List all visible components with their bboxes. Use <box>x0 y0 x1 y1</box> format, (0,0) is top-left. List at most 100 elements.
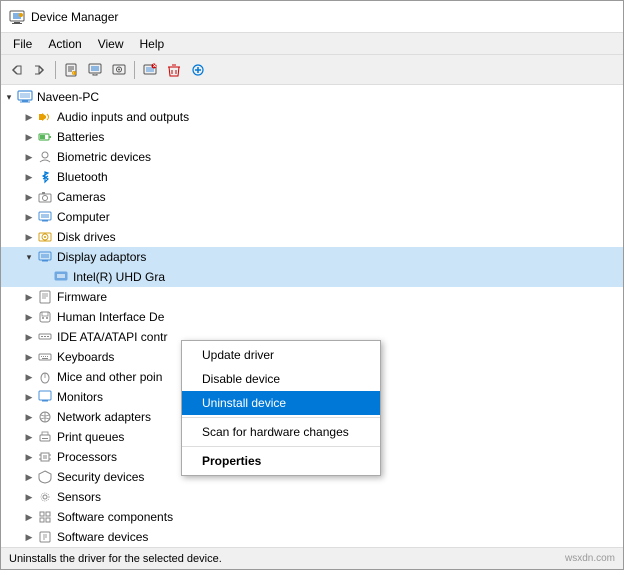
item-label: Disk drives <box>57 230 116 244</box>
toolbar-sep-1 <box>55 61 56 79</box>
back-button[interactable] <box>5 59 27 81</box>
expand-arrow <box>37 269 53 285</box>
keyboard-icon <box>37 349 53 365</box>
list-item[interactable]: ▶ Audio inputs and outputs <box>1 107 623 127</box>
biometric-icon <box>37 149 53 165</box>
list-item[interactable]: ▶ Sensors <box>1 487 623 507</box>
context-menu-properties[interactable]: Properties <box>182 449 380 473</box>
status-text: Uninstalls the driver for the selected d… <box>9 553 222 565</box>
title-bar-text: Device Manager <box>31 10 118 24</box>
scan-button[interactable] <box>108 59 130 81</box>
security-icon <box>37 469 53 485</box>
uninstall-button[interactable] <box>163 59 185 81</box>
list-item[interactable]: ▶ Disk drives <box>1 227 623 247</box>
computer-icon <box>37 209 53 225</box>
svg-text:✕: ✕ <box>153 63 157 69</box>
cameras-icon <box>37 189 53 205</box>
properties-button[interactable]: ! <box>60 59 82 81</box>
expand-arrow: ▶ <box>21 149 37 165</box>
item-label: Intel(R) UHD Gra <box>73 270 165 284</box>
item-label: Software components <box>57 510 173 524</box>
context-menu-scan-hardware[interactable]: Scan for hardware changes <box>182 420 380 444</box>
hid-icon <box>37 309 53 325</box>
menu-bar: File Action View Help <box>1 33 623 55</box>
expand-arrow: ▶ <box>21 109 37 125</box>
context-menu-separator <box>182 417 380 418</box>
batteries-icon <box>37 129 53 145</box>
list-item[interactable]: ▶ Software devices <box>1 527 623 547</box>
list-item[interactable]: ▶ Software components <box>1 507 623 527</box>
list-item[interactable]: ▶ Human Interface De <box>1 307 623 327</box>
context-menu: Update driver Disable device Uninstall d… <box>181 340 381 476</box>
expand-arrow: ▶ <box>21 209 37 225</box>
list-item[interactable]: ▶ Cameras <box>1 187 623 207</box>
software-components-icon <box>37 509 53 525</box>
expand-arrow: ▶ <box>21 529 37 545</box>
intel-icon <box>53 269 69 285</box>
list-item[interactable]: ▶ Firmware <box>1 287 623 307</box>
list-item[interactable]: ▶ Computer <box>1 207 623 227</box>
disk-icon <box>37 229 53 245</box>
context-menu-update-driver[interactable]: Update driver <box>182 343 380 367</box>
expand-arrow: ▶ <box>21 349 37 365</box>
item-label: Human Interface De <box>57 310 164 324</box>
item-label: Biometric devices <box>57 150 151 164</box>
expand-arrow: ▶ <box>21 129 37 145</box>
context-menu-disable-device[interactable]: Disable device <box>182 367 380 391</box>
toolbar-sep-2 <box>134 61 135 79</box>
tree-panel[interactable]: ▾ Naveen-PC ▶ Audio inputs and ou <box>1 85 623 547</box>
status-bar: Uninstalls the driver for the selected d… <box>1 547 623 569</box>
root-label: Naveen-PC <box>37 90 99 104</box>
list-item[interactable]: ▶ Biometric devices <box>1 147 623 167</box>
item-label: Monitors <box>57 390 103 404</box>
item-label: Security devices <box>57 470 144 484</box>
expand-arrow: ▶ <box>21 369 37 385</box>
network-icon <box>37 409 53 425</box>
expand-arrow: ▶ <box>21 429 37 445</box>
display-adaptors-item[interactable]: ▾ Display adaptors <box>1 247 623 267</box>
item-label: Bluetooth <box>57 170 108 184</box>
menu-view[interactable]: View <box>90 35 132 53</box>
root-expand-arrow: ▾ <box>1 89 17 105</box>
add-driver-button[interactable] <box>187 59 209 81</box>
title-bar-icon <box>9 9 25 25</box>
expand-arrow: ▶ <box>21 309 37 325</box>
item-label: Print queues <box>57 430 124 444</box>
item-label: IDE ATA/ATAPI contr <box>57 330 167 344</box>
expand-arrow: ▶ <box>21 489 37 505</box>
menu-file[interactable]: File <box>5 35 40 53</box>
list-item[interactable]: ▶ Batteries <box>1 127 623 147</box>
context-menu-uninstall-device[interactable]: Uninstall device <box>182 391 380 415</box>
display-icon <box>37 249 53 265</box>
update-driver-button[interactable] <box>84 59 106 81</box>
item-label: Display adaptors <box>57 250 146 264</box>
item-label: Processors <box>57 450 117 464</box>
intel-uhd-item[interactable]: Intel(R) UHD Gra <box>1 267 623 287</box>
forward-button[interactable] <box>29 59 51 81</box>
list-item[interactable]: ▶ Bluetooth <box>1 167 623 187</box>
title-bar: Device Manager <box>1 1 623 33</box>
expand-arrow: ▶ <box>21 509 37 525</box>
item-label: Software devices <box>57 530 148 544</box>
menu-help[interactable]: Help <box>132 35 173 53</box>
item-label: Sensors <box>57 490 101 504</box>
bluetooth-icon <box>37 169 53 185</box>
item-label: Audio inputs and outputs <box>57 110 189 124</box>
expand-arrow: ▶ <box>21 389 37 405</box>
tree-root[interactable]: ▾ Naveen-PC <box>1 87 623 107</box>
svg-text:!: ! <box>73 70 74 75</box>
main-content: ▾ Naveen-PC ▶ Audio inputs and ou <box>1 85 623 547</box>
expand-arrow: ▾ <box>21 249 37 265</box>
expand-arrow: ▶ <box>21 229 37 245</box>
disable-button[interactable]: ✕ <box>139 59 161 81</box>
status-brand: wsxdn.com <box>565 553 615 564</box>
item-label: Batteries <box>57 130 104 144</box>
firmware-icon <box>37 289 53 305</box>
item-label: Firmware <box>57 290 107 304</box>
context-menu-separator-2 <box>182 446 380 447</box>
menu-action[interactable]: Action <box>40 35 89 53</box>
processor-icon <box>37 449 53 465</box>
print-icon <box>37 429 53 445</box>
monitor-icon <box>37 389 53 405</box>
expand-arrow: ▶ <box>21 329 37 345</box>
